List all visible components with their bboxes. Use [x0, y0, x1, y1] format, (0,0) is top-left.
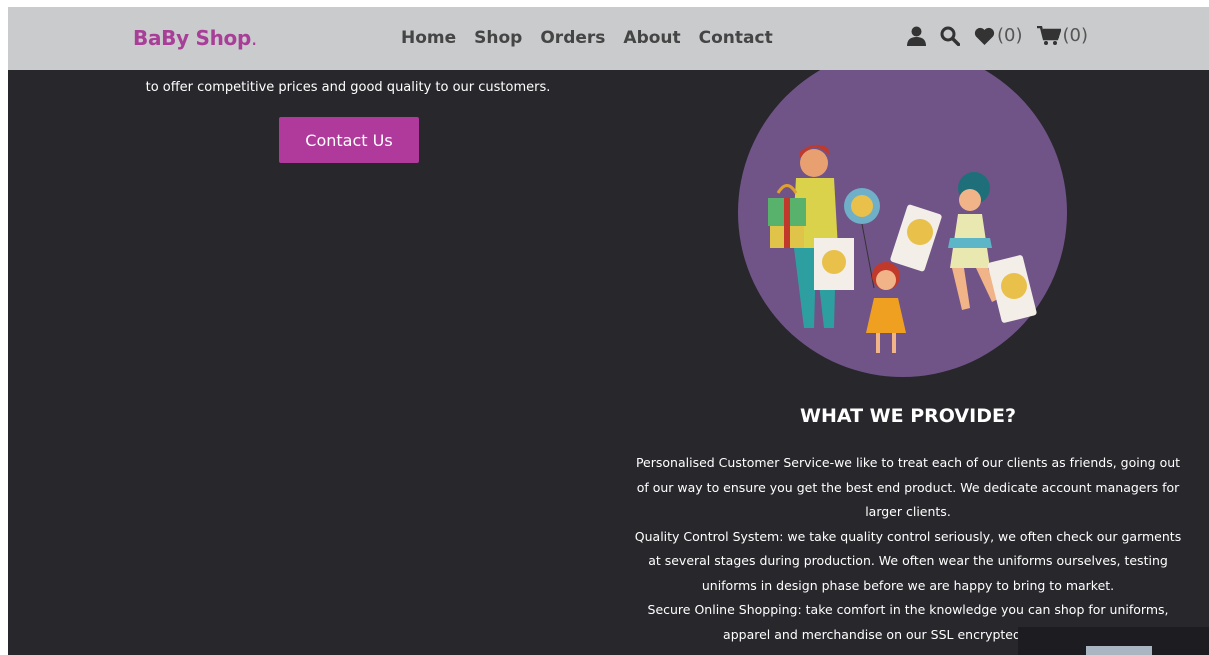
nav-link-shop[interactable]: Shop: [474, 28, 522, 48]
cart-icon: [1036, 25, 1061, 45]
intro-text: to offer competitive prices and good qua…: [145, 80, 551, 95]
nav-icons: (0) (0): [907, 25, 1088, 46]
provide-description: Personalised Customer Service-we like to…: [633, 451, 1183, 647]
wishlist-button[interactable]: (0): [974, 25, 1023, 46]
provide-paragraph: Quality Control System: we take quality …: [634, 528, 1182, 593]
wishlist-count: (0): [997, 25, 1023, 46]
user-icon[interactable]: [907, 26, 926, 46]
nav-link-about[interactable]: About: [623, 28, 680, 48]
floating-widget[interactable]: [1018, 627, 1209, 655]
provide-paragraph: Personalised Customer Service-we like to…: [635, 455, 1181, 519]
page-frame: BaBy Shop. Home Shop Orders About Contac…: [8, 7, 1209, 655]
heart-icon: [974, 27, 995, 45]
brand-dot: .: [250, 26, 258, 50]
main-nav: Home Shop Orders About Contact: [401, 28, 773, 48]
shopping-family-illustration: [738, 48, 1067, 377]
widget-thumbnail: [1086, 646, 1152, 655]
search-icon[interactable]: [940, 26, 960, 46]
brand-logo[interactable]: BaBy Shop.: [133, 26, 257, 50]
cart-button[interactable]: (0): [1036, 25, 1089, 46]
nav-link-home[interactable]: Home: [401, 28, 456, 48]
provide-heading: WHAT WE PROVIDE?: [800, 405, 1016, 427]
nav-link-orders[interactable]: Orders: [540, 28, 605, 48]
contact-us-button[interactable]: Contact Us: [279, 117, 419, 163]
navbar: BaBy Shop. Home Shop Orders About Contac…: [8, 7, 1209, 70]
nav-link-contact[interactable]: Contact: [699, 28, 773, 48]
brand-name: BaBy Shop: [133, 26, 251, 50]
cart-count: (0): [1062, 25, 1089, 46]
